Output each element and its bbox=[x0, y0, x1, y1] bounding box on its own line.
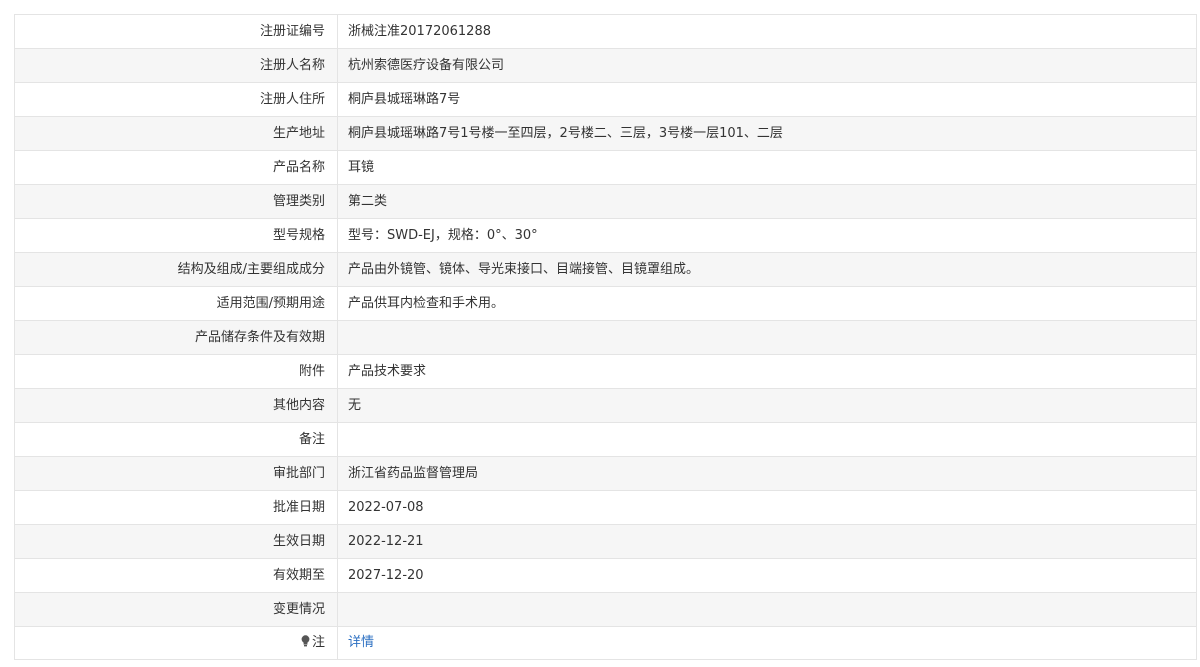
row-label: 审批部门 bbox=[14, 456, 338, 491]
details-link[interactable]: 详情 bbox=[348, 635, 374, 650]
row-value: 2022-12-21 bbox=[337, 524, 1197, 559]
row-label: 产品名称 bbox=[14, 150, 338, 185]
row-value: 产品供耳内检查和手术用。 bbox=[337, 286, 1197, 321]
row-label: 型号规格 bbox=[14, 218, 338, 253]
row-value: 2027-12-20 bbox=[337, 558, 1197, 593]
row-value: 浙械注准20172061288 bbox=[337, 14, 1197, 49]
registration-info-table: 注册证编号 浙械注准20172061288 注册人名称 杭州索德医疗设备有限公司… bbox=[14, 14, 1197, 660]
table-row-remarks: 备注 bbox=[14, 422, 1197, 457]
note-label-cell: 注 bbox=[14, 626, 338, 660]
row-label: 生产地址 bbox=[14, 116, 338, 151]
note-value-cell: 详情 bbox=[337, 626, 1197, 660]
table-row-production-address: 生产地址 桐庐县城瑶琳路7号1号楼一至四层，2号楼二、三层，3号楼一层101、二… bbox=[14, 116, 1197, 151]
row-label: 其他内容 bbox=[14, 388, 338, 423]
table-row-valid-until: 有效期至 2027-12-20 bbox=[14, 558, 1197, 593]
row-value: 2022-07-08 bbox=[337, 490, 1197, 525]
table-row-effective-date: 生效日期 2022-12-21 bbox=[14, 524, 1197, 559]
row-value: 产品由外镜管、镜体、导光束接口、目端接管、目镜罩组成。 bbox=[337, 252, 1197, 287]
table-row-storage-validity: 产品储存条件及有效期 bbox=[14, 320, 1197, 355]
table-row-other-content: 其他内容 无 bbox=[14, 388, 1197, 423]
row-label: 注册人住所 bbox=[14, 82, 338, 117]
row-label: 生效日期 bbox=[14, 524, 338, 559]
table-row-management-category: 管理类别 第二类 bbox=[14, 184, 1197, 219]
row-value: 第二类 bbox=[337, 184, 1197, 219]
table-row-registrant-name: 注册人名称 杭州索德医疗设备有限公司 bbox=[14, 48, 1197, 83]
registration-info-panel: 注册证编号 浙械注准20172061288 注册人名称 杭州索德医疗设备有限公司… bbox=[14, 14, 1197, 660]
row-value bbox=[337, 320, 1197, 355]
row-value: 浙江省药品监督管理局 bbox=[337, 456, 1197, 491]
table-row-attachment: 附件 产品技术要求 bbox=[14, 354, 1197, 389]
row-label: 注册证编号 bbox=[14, 14, 338, 49]
table-row-note: 注 详情 bbox=[14, 626, 1197, 660]
table-row-registration-number: 注册证编号 浙械注准20172061288 bbox=[14, 14, 1197, 49]
table-row-registrant-address: 注册人住所 桐庐县城瑶琳路7号 bbox=[14, 82, 1197, 117]
row-value: 无 bbox=[337, 388, 1197, 423]
row-label: 注册人名称 bbox=[14, 48, 338, 83]
row-label: 有效期至 bbox=[14, 558, 338, 593]
table-row-approval-department: 审批部门 浙江省药品监督管理局 bbox=[14, 456, 1197, 491]
row-label: 结构及组成/主要组成成分 bbox=[14, 252, 338, 287]
table-row-approval-date: 批准日期 2022-07-08 bbox=[14, 490, 1197, 525]
table-row-change-status: 变更情况 bbox=[14, 592, 1197, 627]
row-value: 桐庐县城瑶琳路7号1号楼一至四层，2号楼二、三层，3号楼一层101、二层 bbox=[337, 116, 1197, 151]
row-value bbox=[337, 592, 1197, 627]
row-label: 适用范围/预期用途 bbox=[14, 286, 338, 321]
row-label: 备注 bbox=[14, 422, 338, 457]
row-value: 耳镜 bbox=[337, 150, 1197, 185]
table-row-structure-composition: 结构及组成/主要组成成分 产品由外镜管、镜体、导光束接口、目端接管、目镜罩组成。 bbox=[14, 252, 1197, 287]
row-value: 桐庐县城瑶琳路7号 bbox=[337, 82, 1197, 117]
row-value: 杭州索德医疗设备有限公司 bbox=[337, 48, 1197, 83]
row-label: 附件 bbox=[14, 354, 338, 389]
lightbulb-icon bbox=[301, 635, 310, 647]
table-row-model-spec: 型号规格 型号：SWD-EJ，规格：0°、30° bbox=[14, 218, 1197, 253]
table-row-product-name: 产品名称 耳镜 bbox=[14, 150, 1197, 185]
row-label: 产品储存条件及有效期 bbox=[14, 320, 338, 355]
row-value: 产品技术要求 bbox=[337, 354, 1197, 389]
row-value: 型号：SWD-EJ，规格：0°、30° bbox=[337, 218, 1197, 253]
note-label: 注 bbox=[311, 635, 325, 650]
row-value bbox=[337, 422, 1197, 457]
row-label: 管理类别 bbox=[14, 184, 338, 219]
row-label: 批准日期 bbox=[14, 490, 338, 525]
row-label: 变更情况 bbox=[14, 592, 338, 627]
table-row-intended-use: 适用范围/预期用途 产品供耳内检查和手术用。 bbox=[14, 286, 1197, 321]
